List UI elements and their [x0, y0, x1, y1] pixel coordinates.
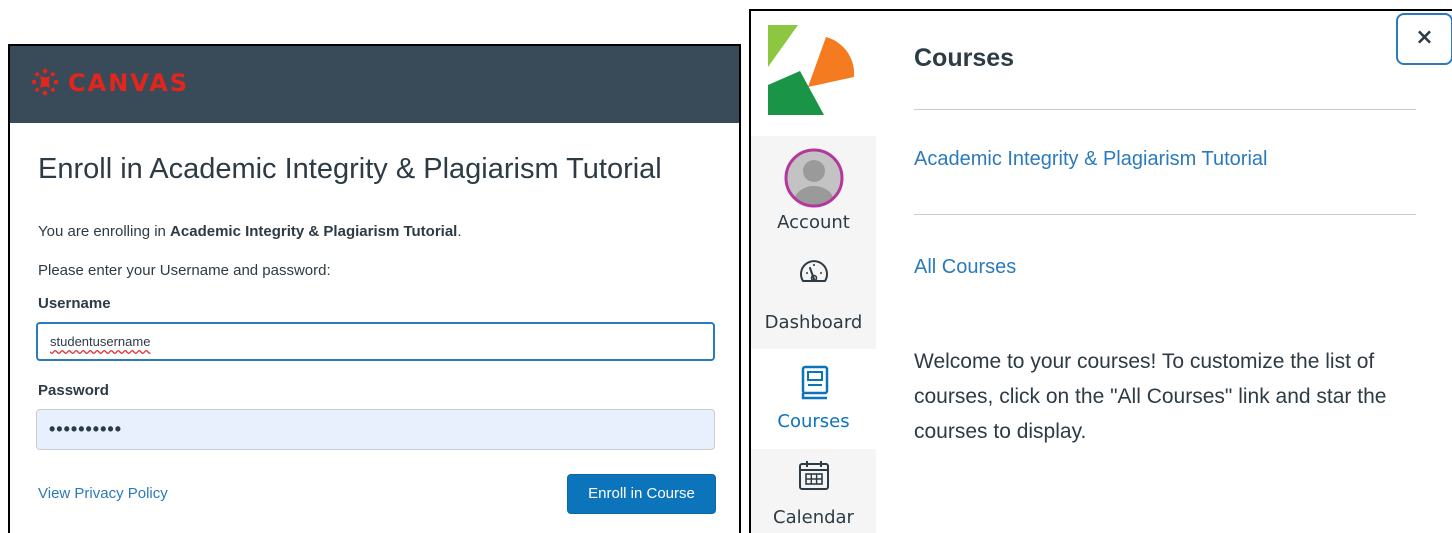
nav-label-calendar: Calendar [773, 507, 854, 528]
user-avatar-icon [784, 148, 844, 208]
password-value: •••••••••• [49, 419, 123, 439]
privacy-policy-link[interactable]: View Privacy Policy [38, 485, 168, 502]
username-field[interactable]: studentusername [36, 322, 715, 361]
canvas-wordmark: CANVAS [68, 69, 190, 97]
nav-item-dashboard[interactable]: Dashboard [751, 239, 876, 349]
all-courses-link[interactable]: All Courses [914, 256, 1016, 279]
nav-item-account[interactable]: Account [751, 136, 876, 239]
username-value: studentusername [50, 334, 151, 349]
courses-window: Account Dashboard Courses Calendar Cours… [749, 9, 1452, 533]
enrolling-suffix: . [457, 223, 462, 240]
global-navigation: Account Dashboard Courses Calendar [751, 11, 876, 533]
course-link[interactable]: Academic Integrity & Plagiarism Tutorial [914, 148, 1267, 171]
password-label: Password [38, 382, 109, 399]
password-field[interactable]: •••••••••• [36, 409, 715, 450]
canvas-logo-icon [31, 68, 59, 96]
nav-label-account: Account [777, 212, 850, 233]
calendar-icon [799, 461, 829, 490]
login-instructions: Please enter your Username and password: [38, 262, 331, 279]
tray-title: Courses [914, 44, 1015, 72]
enrolling-prefix: You are enrolling in [38, 223, 171, 240]
enroll-button[interactable]: Enroll in Course [567, 474, 716, 514]
nav-item-calendar[interactable]: Calendar [751, 449, 876, 533]
dashboard-gauge-icon [800, 260, 828, 282]
nav-item-courses[interactable]: Courses [751, 349, 876, 449]
enroll-window: CANVAS Enroll in Academic Integrity & Pl… [8, 44, 741, 533]
close-icon: × [1415, 25, 1434, 50]
username-label: Username [38, 295, 111, 312]
nav-label-courses: Courses [777, 411, 850, 432]
welcome-message: Welcome to your courses! To customize th… [914, 350, 1387, 443]
canvas-header-bar: CANVAS [10, 46, 739, 123]
book-icon [801, 365, 829, 400]
nav-label-dashboard: Dashboard [764, 312, 863, 333]
k-logo-icon[interactable] [768, 25, 854, 115]
page-title: Enroll in Academic Integrity & Plagiaris… [38, 153, 662, 185]
course-name: Academic Integrity & Plagiarism Tutorial [170, 223, 458, 240]
close-tray-button[interactable]: × [1396, 13, 1452, 65]
tray-divider [914, 214, 1416, 215]
tray-divider [914, 109, 1416, 110]
enrolling-statement: You are enrolling in Academic Integrity … [38, 223, 462, 240]
